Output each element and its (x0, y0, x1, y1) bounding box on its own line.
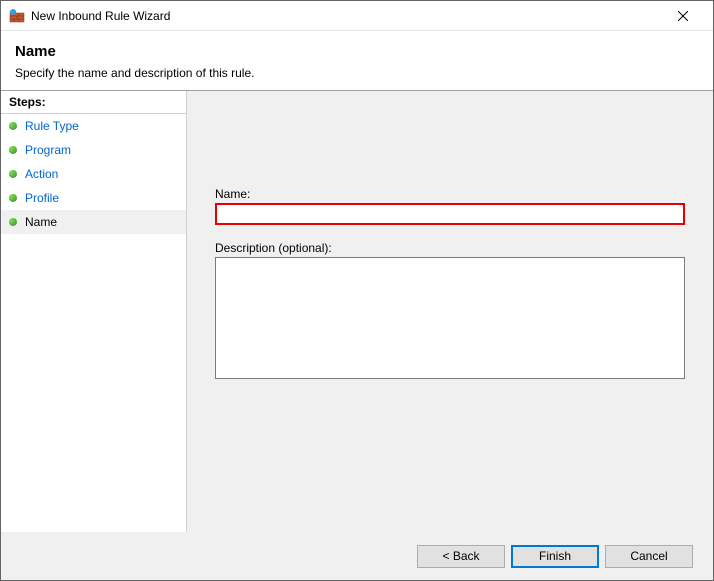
name-input-highlight (215, 203, 685, 225)
cancel-button[interactable]: Cancel (605, 545, 693, 568)
wizard-content: Name: Description (optional): (187, 91, 713, 532)
wizard-window: New Inbound Rule Wizard Name Specify the… (0, 0, 714, 581)
step-rule-type[interactable]: Rule Type (1, 114, 186, 138)
step-bullet-icon (9, 194, 17, 202)
step-link[interactable]: Rule Type (25, 119, 79, 133)
description-textarea[interactable] (215, 257, 685, 379)
page-heading: Name (15, 43, 699, 60)
name-input[interactable] (217, 205, 683, 223)
finish-button[interactable]: Finish (511, 545, 599, 568)
titlebar: New Inbound Rule Wizard (1, 1, 713, 31)
step-program[interactable]: Program (1, 138, 186, 162)
step-bullet-icon (9, 146, 17, 154)
step-bullet-icon (9, 170, 17, 178)
back-button[interactable]: < Back (417, 545, 505, 568)
wizard-body: Steps: Rule Type Program Action Profile (1, 90, 713, 532)
step-link[interactable]: Profile (25, 191, 59, 205)
step-link[interactable]: Program (25, 143, 71, 157)
wizard-header: Name Specify the name and description of… (1, 31, 713, 90)
page-subtitle: Specify the name and description of this… (15, 66, 699, 80)
window-title: New Inbound Rule Wizard (31, 9, 660, 23)
step-profile[interactable]: Profile (1, 186, 186, 210)
step-bullet-icon (9, 218, 17, 226)
step-current-label: Name (25, 215, 57, 229)
description-label: Description (optional): (215, 241, 685, 255)
firewall-icon (9, 8, 25, 24)
wizard-footer: < Back Finish Cancel (1, 532, 713, 580)
steps-header: Steps: (1, 91, 186, 114)
name-label: Name: (215, 187, 685, 201)
steps-sidebar: Steps: Rule Type Program Action Profile (1, 91, 187, 532)
step-name[interactable]: Name (1, 210, 186, 234)
close-button[interactable] (660, 1, 705, 30)
step-action[interactable]: Action (1, 162, 186, 186)
step-link[interactable]: Action (25, 167, 58, 181)
description-field-group: Description (optional): (215, 241, 685, 382)
name-field-group: Name: (215, 187, 685, 225)
step-bullet-icon (9, 122, 17, 130)
